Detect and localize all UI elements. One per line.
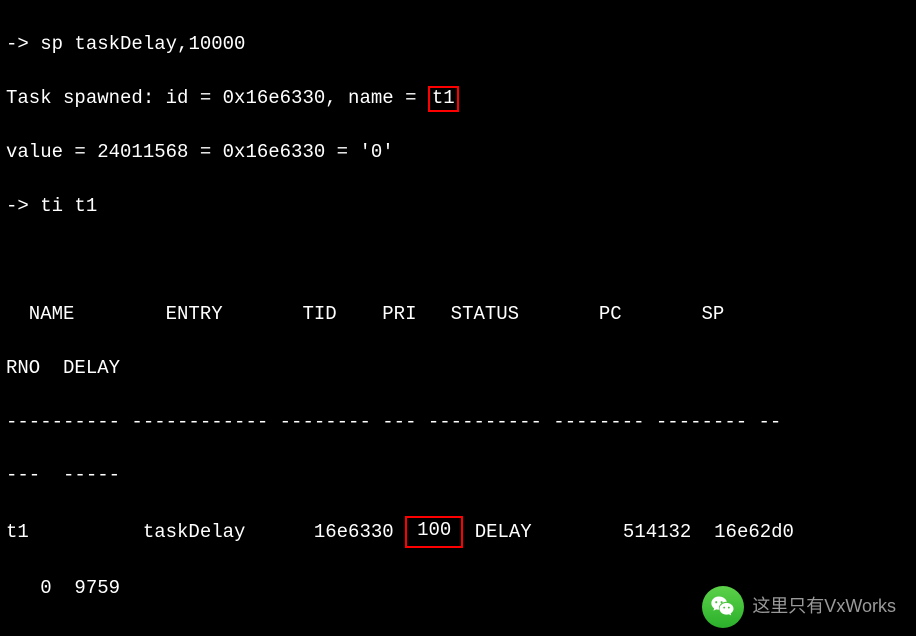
table-header-2: RNO DELAY [6, 355, 910, 382]
prompt-line-2[interactable]: -> ti t1 [6, 193, 910, 220]
task-row-pre: t1 taskDelay 16e6330 [6, 521, 405, 543]
task-row: t1 taskDelay 16e6330 100 DELAY 514132 16… [6, 516, 910, 548]
chat-bubbles-icon [709, 593, 737, 621]
command-2: ti t1 [40, 195, 97, 217]
table-header-1: NAME ENTRY TID PRI STATUS PC SP [6, 301, 910, 328]
spawned-prefix: Task spawned: id = 0x16e6330, name = [6, 87, 428, 109]
highlight-priority: 100 [405, 516, 463, 548]
table-divider-2: --- ----- [6, 462, 910, 489]
blank-line [6, 629, 910, 636]
spawned-line: Task spawned: id = 0x16e6330, name = t1 [6, 85, 910, 112]
terminal-window: -> sp taskDelay,10000 Task spawned: id =… [0, 0, 916, 636]
prompt-line-1[interactable]: -> sp taskDelay,10000 [6, 31, 910, 58]
watermark: 这里只有VxWorks [702, 586, 896, 628]
highlight-task-name: t1 [428, 86, 459, 112]
task-row-post: DELAY 514132 16e62d0 [463, 521, 794, 543]
spawned-name: t1 [432, 87, 455, 109]
command-1: sp taskDelay,10000 [40, 33, 245, 55]
prompt: -> [6, 195, 29, 217]
prompt: -> [6, 33, 29, 55]
table-divider-1: ---------- ------------ -------- --- ---… [6, 409, 910, 436]
watermark-text: 这里只有VxWorks [752, 594, 896, 620]
task-pri: 100 [417, 519, 451, 541]
blank-line [6, 247, 910, 274]
value-line: value = 24011568 = 0x16e6330 = '0' [6, 139, 910, 166]
wechat-icon [702, 586, 744, 628]
